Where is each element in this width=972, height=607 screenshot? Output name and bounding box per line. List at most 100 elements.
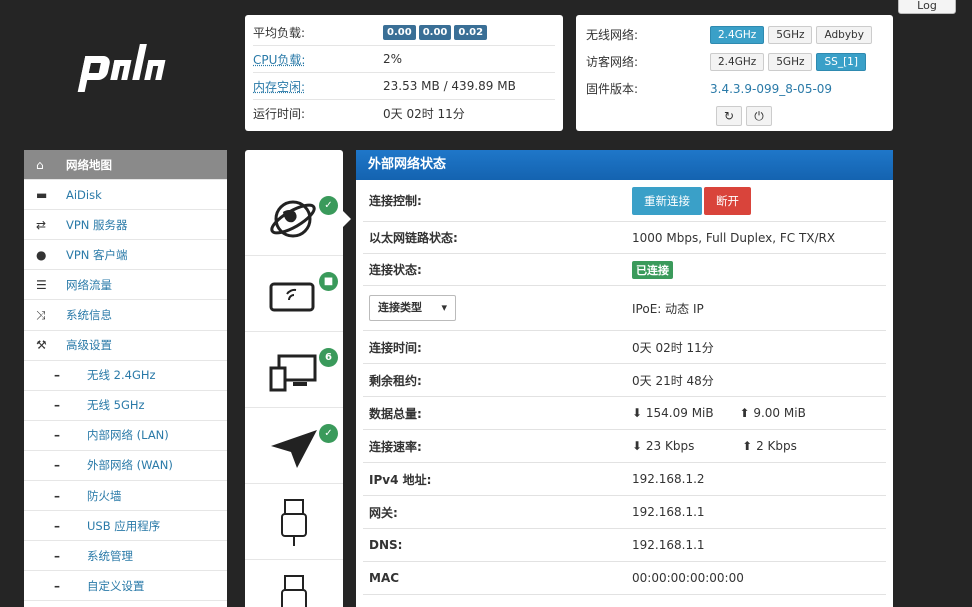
eth-row: 以太网链路状态: 1000 Mbps, Full Duplex, FC TX/R… [363,222,886,254]
clients-count-badge: 6 [319,348,338,367]
load-row: 平均负载: 0.00 0.00 0.02 [253,19,555,46]
chevron-down-icon: ▾ [441,301,447,314]
dash-icon: – [54,368,60,383]
globe-icon [270,200,316,238]
wireless-5g-button[interactable]: 5GHz [768,25,813,44]
check-icon: ✓ [319,424,338,443]
load-badge-15: 0.02 [454,25,488,40]
data-total-row: 数据总量: ⬇ 154.09 MiB ⬆ 9.00 MiB [363,397,886,430]
guest-5g-button[interactable]: 5GHz [768,52,813,71]
usb-device-2[interactable] [245,560,343,607]
ipv4-row: IPv4 地址: 192.168.1.2 [363,463,886,496]
device-column: ✓ ■ 6 ✓ [245,150,343,607]
arrow-down-icon: ⬇ [632,406,643,420]
internet-device[interactable]: ✓ [245,180,343,256]
monitor-icon [269,354,317,392]
sidebar-sub-admin[interactable]: – 系统管理 [24,541,227,572]
wireless-label: 无线网络: [586,28,639,42]
conn-control-row: 连接控制: 重新连接 断开 [363,180,886,222]
ss-button[interactable]: SS_[1] [816,52,866,71]
power-icon[interactable]: ⏻ [746,105,772,126]
disconnect-button[interactable]: 断开 [704,186,751,215]
load-badge-5: 0.00 [418,25,452,40]
uptime-label: 运行时间: [253,107,306,121]
disk-icon: ▬ [36,187,48,202]
usb-icon [281,575,307,607]
firmware-label: 固件版本: [586,82,639,96]
clients-device[interactable]: 6 [245,332,343,408]
sidebar-item-vpn-server[interactable]: ⇄ VPN 服务器 [24,210,227,241]
cpu-value: 2% [383,52,403,66]
sidebar-item-network-map[interactable]: ⌂ 网络地图 [24,150,227,181]
shuffle-icon: ⤨ [36,307,46,322]
sidebar-sub-wireless-5g[interactable]: – 无线 5GHz [24,391,227,421]
wireless-2g-button[interactable]: 2.4GHz [710,25,765,44]
dns-row: DNS: 192.168.1.1 [363,529,886,562]
arrow-up-icon: ⬆ [742,439,753,453]
list-icon: ☰ [36,277,47,292]
memory-value: 23.53 MB / 439.89 MB [383,79,516,93]
conn-time-row: 连接时间: 0天 02时 11分 [363,331,886,364]
dash-icon: – [54,548,60,563]
load-label: 平均负载: [253,25,306,40]
sidebar: ⌂ 网络地图 ▬ AiDisk ⇄ VPN 服务器 ● VPN 客户端 ☰ 网络… [24,150,227,607]
sidebar-sub-wan[interactable]: – 外部网络 (WAN) [24,451,227,482]
reboot-icon[interactable]: ↻ [716,105,742,126]
lease-row: 剩余租约: 0天 21时 48分 [363,364,886,397]
arrow-down-icon: ⬇ [632,439,643,453]
speed-row: 连接速率: ⬇ 23 Kbps ⬆ 2 Kbps [363,430,886,463]
adbyby-button[interactable]: Adbyby [816,25,872,44]
sidebar-item-advanced[interactable]: ⚒ 高级设置 [24,331,227,361]
usb-icon [281,499,307,546]
sidebar-item-vpn-client[interactable]: ● VPN 客户端 [24,240,227,271]
firmware-row: 固件版本: 3.4.3.9-099_8-05-09 [586,75,883,102]
logout-button[interactable]: Log [898,0,956,14]
dash-icon: – [54,488,60,503]
sidebar-sub-custom[interactable]: – 自定义设置 [24,571,227,602]
dash-icon: – [54,428,60,443]
arrow-up-icon: ⬆ [739,406,750,420]
dash-icon: – [54,578,60,593]
conn-status-row: 连接状态: 已连接 [363,254,886,286]
tablet-icon [269,282,315,312]
swap-icon: ⇄ [36,217,47,232]
guest-row: 访客网络: 2.4GHz 5GHz SS_[1] [586,48,883,75]
firmware-version-link[interactable]: 3.4.3.9-099_8-05-09 [710,82,832,96]
sidebar-item-traffic[interactable]: ☰ 网络流量 [24,270,227,301]
device-pointer [342,210,351,228]
sidebar-item-system-info[interactable]: ⤨ 系统信息 [24,300,227,331]
guest-label: 访客网络: [586,55,639,69]
memory-row: 内存空闲: 23.53 MB / 439.89 MB [253,73,555,100]
dash-icon: – [54,398,60,413]
panel-title: 外部网络状态 [356,150,893,180]
sidebar-sub-firewall[interactable]: – 防火墙 [24,481,227,512]
usb-device-1[interactable] [245,484,343,560]
reconnect-button[interactable]: 重新连接 [632,186,702,215]
system-stats-panel: 平均负载: 0.00 0.00 0.02 CPU负载: 2% 内存空闲: 23.53… [245,15,563,131]
conn-type-row: 连接类型 ▾ IPoE: 动态 IP [363,286,886,331]
gateway-row: 网关: 192.168.1.1 [363,496,886,529]
memory-link[interactable]: 内存空闲: [253,78,383,95]
vpn-device[interactable]: ✓ [245,408,343,484]
sidebar-item-aidisk[interactable]: ▬ AiDisk [24,180,227,211]
conn-type-select[interactable]: 连接类型 ▾ [369,295,456,321]
action-row: ↻ ⏻ [586,102,883,129]
status-badge: 已连接 [632,260,673,279]
load-badge-1: 0.00 [383,25,416,40]
wrench-icon: ⚒ [36,338,47,353]
dash-icon: – [54,458,60,473]
dash-icon: – [54,518,60,533]
network-panel: 无线网络: 2.4GHz 5GHz Adbyby 访客网络: 2.4GHz 5G… [576,15,893,131]
mac-row: MAC 00:00:00:00:00:00 [363,562,886,595]
wireless-device[interactable]: ■ [245,256,343,332]
wireless-row: 无线网络: 2.4GHz 5GHz Adbyby [586,21,883,48]
globe-icon: ● [36,247,47,262]
sidebar-sub-wireless-2g[interactable]: – 无线 2.4GHz [24,361,227,391]
sidebar-sub-lan[interactable]: – 内部网络 (LAN) [24,421,227,451]
sidebar-sub-usb[interactable]: – USB 应用程序 [24,511,227,542]
wan-status-panel: 外部网络状态 连接控制: 重新连接 断开 以太网链路状态: 1000 Mbps, … [356,150,893,607]
check-icon: ✓ [319,196,338,215]
guest-2g-button[interactable]: 2.4GHz [710,52,765,71]
home-icon: ⌂ [36,157,44,172]
cpu-link[interactable]: CPU负载: [253,51,383,68]
